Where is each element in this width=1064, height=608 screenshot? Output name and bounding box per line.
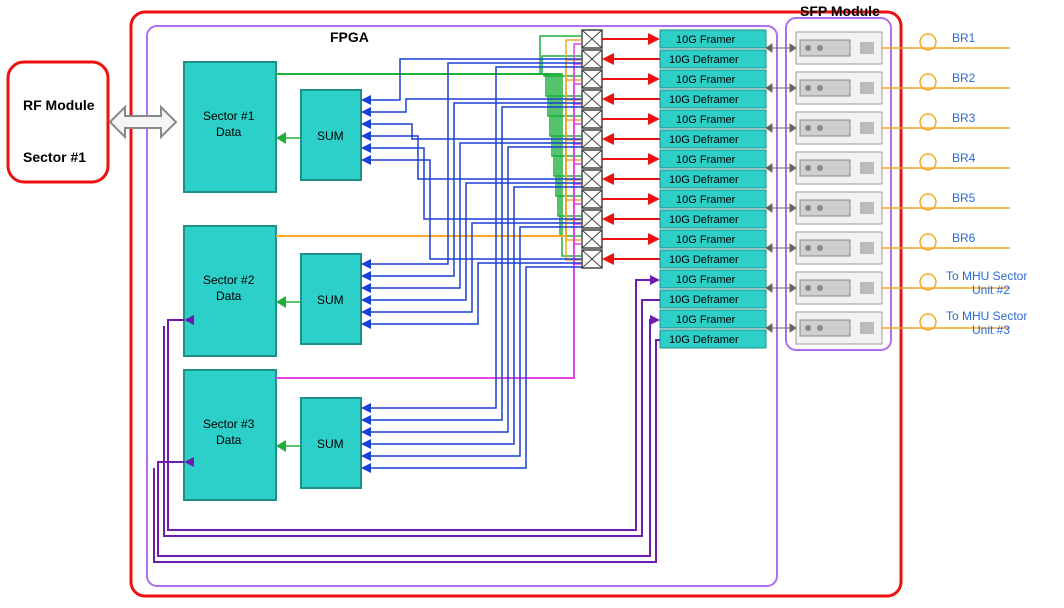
framer-label-0: 10G Framer [676,34,736,46]
to-sector2-label-2: Unit #2 [972,283,1010,297]
sector-2-label-2: Data [216,289,242,303]
br1-label: BR1 [952,31,976,45]
rf-interconnect-arrow [110,107,176,137]
framer-label-4: 10G Framer [676,194,736,206]
deframer-label-0: 10G Deframer [669,54,739,66]
mux-boxes [582,30,602,268]
framer-label-5: 10G Framer [676,234,736,246]
sum-1-label: SUM [317,129,344,143]
framer-label-7: 10G Framer [676,314,736,326]
deframer-label-1: 10G Deframer [669,94,739,106]
sfp-title: SFP Module [800,3,880,19]
to-sector3-label-2: Unit #3 [972,323,1010,337]
sum-2-label: SUM [317,293,344,307]
sector-1-label-2: Data [216,125,242,139]
framer-label-2: 10G Framer [676,114,736,126]
deframer-label-4: 10G Deframer [669,214,739,226]
sum3-to-sector3-arrow [276,440,301,452]
to-sector2-label-1: To MHU Sector [946,269,1027,283]
sum1-to-sector1-arrow [276,132,301,144]
framer-label-3: 10G Framer [676,154,736,166]
deframer-label-3: 10G Deframer [669,174,739,186]
sector-1-label-1: Sector #1 [203,109,255,123]
sector-3-label-2: Data [216,433,242,447]
sum-3-label: SUM [317,437,344,451]
br5-label: BR5 [952,191,976,205]
br2-label: BR2 [952,71,976,85]
deframer-label-5: 10G Deframer [669,254,739,266]
framer-label-1: 10G Framer [676,74,736,86]
fpga-title: FPGA [330,29,369,45]
sector-2-label-1: Sector #2 [203,273,255,287]
to-sector3-label-1: To MHU Sector [946,309,1027,323]
mux-to-fd-red-arrows [602,33,660,265]
deframer-label-7: 10G Deframer [669,334,739,346]
deframer-label-6: 10G Deframer [669,294,739,306]
sum2-to-sector2-arrow [276,296,301,308]
framer-label-6: 10G Framer [676,274,736,286]
fd-to-sfp-arrows [766,44,796,332]
framer-deframer-column: 10G Framer 10G Deframer 10G Framer 10G D… [660,30,766,348]
sfp-slots [796,32,882,344]
br3-label: BR3 [952,111,976,125]
deframer-label-2: 10G Deframer [669,134,739,146]
sector-3-label-1: Sector #3 [203,417,255,431]
rf-module-label-2: Sector #1 [23,149,86,165]
deframer-to-sum2-blue [361,63,582,329]
br6-label: BR6 [952,231,976,245]
rf-module-label-1: RF Module [23,97,95,113]
br4-label: BR4 [952,151,976,165]
